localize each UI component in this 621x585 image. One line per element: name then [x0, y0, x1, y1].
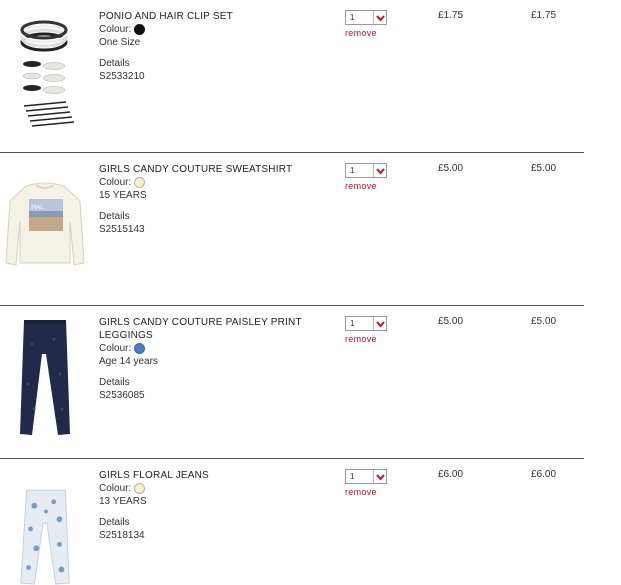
quantity-value: 1 [350, 166, 355, 175]
quantity-select[interactable]: 1 [345, 10, 387, 25]
unit-price: £5.00 [438, 316, 464, 327]
hair-accessories-image[interactable] [4, 8, 86, 130]
quantity-select[interactable]: 1 [345, 469, 387, 484]
colour-line: Colour: [99, 176, 319, 189]
chevron-down-icon[interactable] [376, 319, 385, 328]
basket-item: GIRLS CANDY COUTURE PAISLEY PRINT LEGGIN… [0, 306, 584, 459]
total-price: £6.00 [531, 469, 557, 480]
colour-line: Colour: [99, 342, 319, 355]
basket-item: PONIO AND HAIR CLIP SET Colour: One Size… [0, 0, 584, 153]
unit-price: £5.00 [438, 163, 464, 174]
floral-jeans-image[interactable] [4, 467, 86, 585]
colour-line: Colour: [99, 482, 319, 495]
select-divider [373, 317, 374, 330]
basket-item: GIRLS FLORAL JEANS Colour: 13 YEARS Deta… [0, 459, 584, 585]
chevron-down-icon[interactable] [376, 472, 385, 481]
details-link[interactable]: Details [99, 376, 319, 389]
svg-text:MAL: MAL [31, 204, 44, 211]
select-divider [373, 11, 374, 24]
unit-price: £6.00 [438, 469, 464, 480]
details-link[interactable]: Details [99, 57, 319, 70]
item-code: S2533210 [99, 71, 145, 82]
chevron-down-icon[interactable] [376, 13, 385, 22]
colour-label: Colour: [99, 24, 132, 35]
select-divider [373, 164, 374, 177]
total-price: £5.00 [531, 316, 557, 327]
leggings-image[interactable] [4, 314, 86, 436]
item-info: PONIO AND HAIR CLIP SET Colour: One Size… [99, 10, 319, 83]
remove-link[interactable]: remove [345, 28, 377, 38]
remove-link[interactable]: remove [345, 334, 377, 344]
item-info: GIRLS CANDY COUTURE PAISLEY PRINT LEGGIN… [99, 316, 319, 402]
colour-line: Colour: [99, 23, 319, 36]
item-size: 13 YEARS [99, 496, 147, 507]
remove-link[interactable]: remove [345, 487, 377, 497]
unit-price: £1.75 [438, 10, 464, 21]
select-divider [373, 470, 374, 483]
item-size: Age 14 years [99, 356, 158, 367]
total-price: £5.00 [531, 163, 557, 174]
details-link[interactable]: Details [99, 516, 319, 529]
quantity-select[interactable]: 1 [345, 316, 387, 331]
item-info: GIRLS FLORAL JEANS Colour: 13 YEARS Deta… [99, 469, 319, 542]
colour-label: Colour: [99, 177, 132, 188]
item-title[interactable]: GIRLS CANDY COUTURE SWEATSHIRT [99, 163, 319, 176]
item-title[interactable]: GIRLS CANDY COUTURE PAISLEY PRINT LEGGIN… [99, 316, 319, 342]
item-size: 15 YEARS [99, 190, 147, 201]
total-price: £1.75 [531, 10, 557, 21]
colour-label: Colour: [99, 343, 132, 354]
colour-swatch [134, 177, 146, 188]
colour-swatch [134, 483, 146, 494]
sweatshirt-image[interactable]: MAL [4, 161, 86, 283]
colour-swatch [134, 24, 146, 35]
item-title[interactable]: PONIO AND HAIR CLIP SET [99, 10, 319, 23]
colour-label: Colour: [99, 483, 132, 494]
item-code: S2536085 [99, 390, 145, 401]
basket-item: MAL GIRLS CANDY COUTURE SWEATSHIRT Colou… [0, 153, 584, 306]
item-title[interactable]: GIRLS FLORAL JEANS [99, 469, 319, 482]
quantity-value: 1 [350, 319, 355, 328]
quantity-value: 1 [350, 472, 355, 481]
details-link[interactable]: Details [99, 210, 319, 223]
quantity-value: 1 [350, 13, 355, 22]
quantity-select[interactable]: 1 [345, 163, 387, 178]
item-size: One Size [99, 37, 141, 48]
remove-link[interactable]: remove [345, 181, 377, 191]
colour-swatch [134, 343, 146, 354]
chevron-down-icon[interactable] [376, 166, 385, 175]
item-code: S2515143 [99, 224, 145, 235]
item-info: GIRLS CANDY COUTURE SWEATSHIRT Colour: 1… [99, 163, 319, 236]
basket-list: PONIO AND HAIR CLIP SET Colour: One Size… [0, 0, 621, 585]
item-code: S2518134 [99, 530, 145, 541]
